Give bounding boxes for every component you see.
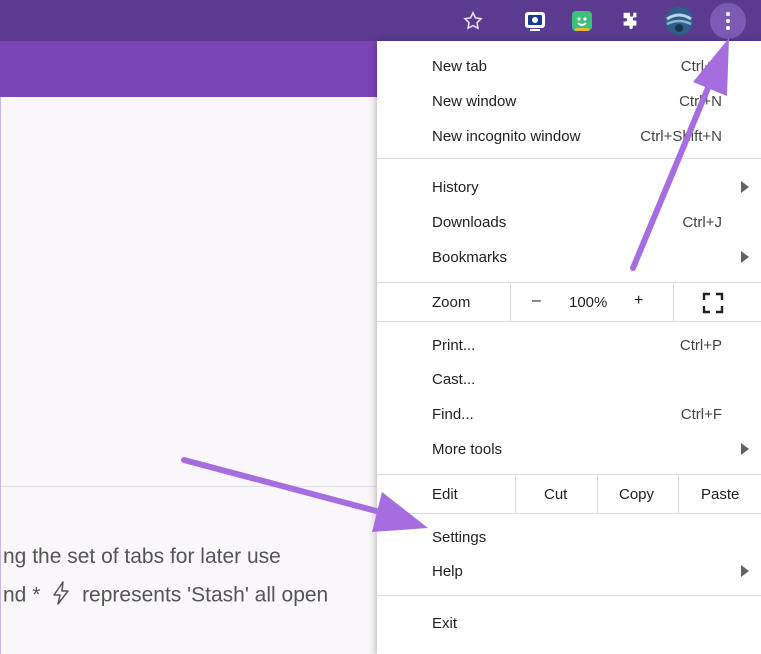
- browser-toolbar: [0, 0, 761, 41]
- cut-button[interactable]: Cut: [544, 486, 567, 503]
- new-incognito-shortcut: Ctrl+Shift+N: [640, 128, 722, 145]
- edit-divider: [515, 475, 516, 513]
- submenu-arrow-icon: [741, 251, 749, 263]
- zoom-row: Zoom – 100% +: [377, 283, 761, 321]
- more-menu-icon[interactable]: [710, 3, 746, 39]
- page-text-line-2-prefix: nd *: [3, 583, 41, 607]
- submenu-arrow-icon: [741, 565, 749, 577]
- profile-avatar-icon[interactable]: [662, 4, 696, 38]
- print-shortcut: Ctrl+P: [679, 337, 722, 354]
- zoom-divider: [673, 283, 674, 321]
- find-shortcut: Ctrl+F: [680, 406, 722, 423]
- submenu-arrow-icon: [741, 443, 749, 455]
- menu-separator: [377, 595, 761, 596]
- menu-item-bookmarks[interactable]: Bookmarks: [432, 249, 507, 266]
- copy-button[interactable]: Copy: [619, 486, 654, 503]
- menu-separator: [377, 321, 761, 322]
- zoom-label: Zoom: [432, 294, 471, 311]
- menu-item-new-window[interactable]: New window: [432, 93, 516, 110]
- zoom-divider: [510, 283, 511, 321]
- menu-separator: [377, 158, 761, 159]
- page-text-line-2-suffix: represents 'Stash' all open: [82, 583, 329, 607]
- page-divider: [1, 486, 379, 487]
- extension-green-face-icon[interactable]: [565, 4, 599, 38]
- menu-item-new-tab[interactable]: New tab: [432, 58, 487, 75]
- menu-item-find[interactable]: Find...: [432, 406, 474, 423]
- extensions-puzzle-icon[interactable]: [613, 4, 647, 38]
- zoom-level: 100%: [569, 294, 608, 311]
- star-icon[interactable]: [456, 4, 490, 38]
- page-text-line-2: nd * represents 'Stash' all open: [3, 581, 328, 611]
- extension-screencast-icon[interactable]: [518, 4, 552, 38]
- menu-separator: [377, 513, 761, 514]
- lightning-icon: [52, 581, 70, 611]
- menu-item-history[interactable]: History: [432, 179, 479, 196]
- paste-button[interactable]: Paste: [701, 486, 739, 503]
- edit-divider: [678, 475, 679, 513]
- downloads-shortcut: Ctrl+J: [682, 214, 722, 231]
- chrome-main-menu: New tab Ctrl+T New window Ctrl+N New inc…: [377, 41, 761, 654]
- edit-label: Edit: [432, 486, 458, 503]
- page-text-line-1: ng the set of tabs for later use: [3, 545, 281, 568]
- menu-item-print[interactable]: Print...: [432, 337, 475, 354]
- menu-item-exit[interactable]: Exit: [432, 615, 457, 632]
- menu-item-more-tools[interactable]: More tools: [432, 441, 502, 458]
- menu-item-help[interactable]: Help: [432, 563, 463, 580]
- zoom-out-button[interactable]: –: [532, 292, 541, 310]
- menu-item-new-incognito-window[interactable]: New incognito window: [432, 128, 580, 145]
- edit-row: Edit Cut Copy Paste: [377, 475, 761, 513]
- submenu-arrow-icon: [741, 181, 749, 193]
- menu-item-downloads[interactable]: Downloads: [432, 214, 506, 231]
- zoom-in-button[interactable]: +: [634, 292, 643, 310]
- new-window-shortcut: Ctrl+N: [679, 93, 722, 110]
- menu-item-settings[interactable]: Settings: [432, 529, 486, 546]
- new-tab-shortcut: Ctrl+T: [680, 58, 722, 75]
- edit-divider: [597, 475, 598, 513]
- menu-item-cast[interactable]: Cast...: [432, 371, 475, 388]
- fullscreen-icon[interactable]: [702, 292, 724, 318]
